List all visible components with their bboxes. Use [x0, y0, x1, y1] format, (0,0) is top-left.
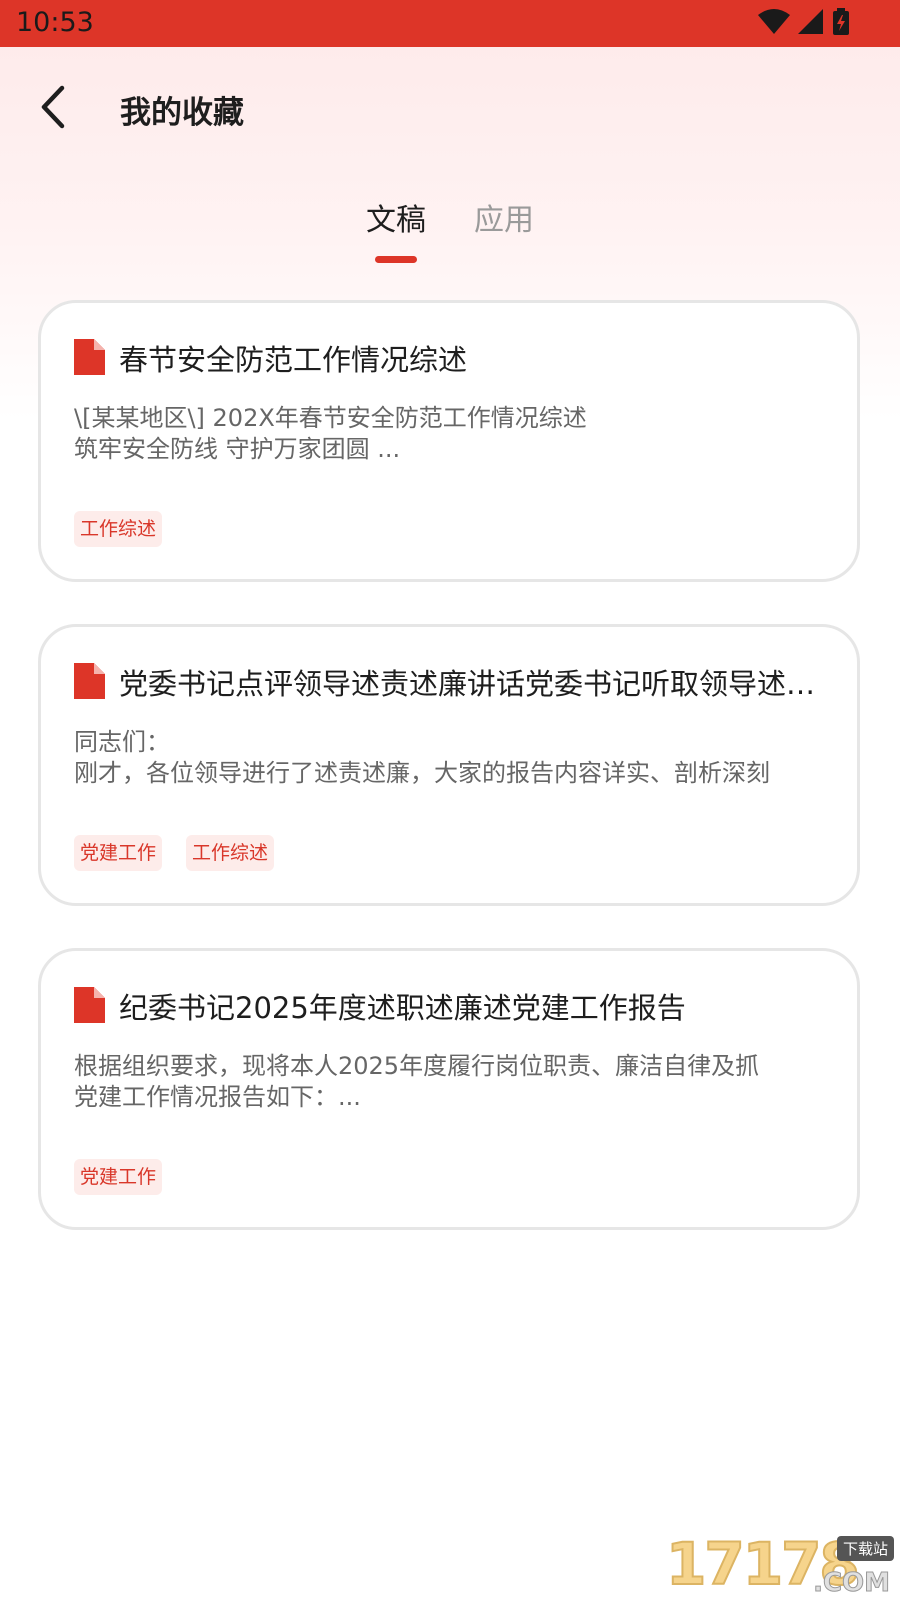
- page-header: 我的收藏: [0, 47, 900, 172]
- excerpt-line: 根据组织要求，现将本人2025年度履行岗位职责、廉洁自律及抓: [74, 1052, 760, 1080]
- excerpt-line: 同志们：: [74, 728, 170, 756]
- watermark-badge: 下载站: [836, 1536, 894, 1561]
- chevron-left-icon: [41, 85, 65, 129]
- favorite-card[interactable]: 春节安全防范工作情况综述 \[某某地区\] 202X年春节安全防范工作情况综述 …: [38, 300, 860, 582]
- card-title: 春节安全防范工作情况综述: [119, 343, 468, 377]
- category-tag: 工作综述: [74, 511, 163, 547]
- excerpt-line: \[某某地区\] 202X年春节安全防范工作情况综述: [74, 404, 587, 432]
- card-tags: 工作综述: [74, 511, 163, 547]
- tab-applications[interactable]: 应用: [474, 195, 534, 239]
- card-excerpt: 同志们： 刚才，各位领导进行了述责述廉，大家的报告内容详实、剖析深刻: [74, 727, 834, 789]
- site-watermark: 17178 下载站 .COM: [665, 1529, 896, 1600]
- favorite-card[interactable]: 纪委书记2025年度述职述廉述党建工作报告 根据组织要求，现将本人2025年度履…: [38, 948, 860, 1230]
- favorite-card[interactable]: 党委书记点评领导述责述廉讲话党委书记听取领导述职述廉 同志们： 刚才，各位领导进…: [38, 624, 860, 906]
- category-tag: 工作综述: [186, 835, 275, 871]
- excerpt-line: 刚才，各位领导进行了述责述廉，大家的报告内容详实、剖析深刻: [74, 759, 770, 787]
- excerpt-line: 党建工作情况报告如下：...: [74, 1083, 361, 1111]
- category-tag: 党建工作: [74, 835, 163, 871]
- card-excerpt: 根据组织要求，现将本人2025年度履行岗位职责、廉洁自律及抓 党建工作情况报告如…: [74, 1051, 834, 1113]
- category-tag: 党建工作: [74, 1159, 163, 1195]
- document-icon: [74, 663, 105, 699]
- signal-icon: [798, 9, 823, 34]
- active-tab-indicator: [375, 256, 417, 263]
- watermark-suffix: .COM: [813, 1568, 891, 1599]
- status-icons: [758, 8, 850, 36]
- status-time: 10:53: [16, 7, 94, 38]
- card-title: 党委书记点评领导述责述廉讲话党委书记听取领导述职述廉: [119, 667, 835, 701]
- tab-documents[interactable]: 文稿: [366, 195, 426, 239]
- card-excerpt: \[某某地区\] 202X年春节安全防范工作情况综述 筑牢安全防线 守护万家团圆…: [74, 403, 834, 465]
- card-title: 纪委书记2025年度述职述廉述党建工作报告: [119, 991, 686, 1025]
- wifi-icon: [758, 9, 790, 34]
- tab-bar: 文稿 应用: [0, 190, 900, 270]
- card-tags: 党建工作: [74, 1159, 163, 1195]
- status-bar: 10:53: [0, 0, 900, 47]
- back-button[interactable]: [30, 82, 80, 132]
- battery-icon: [833, 8, 849, 35]
- document-icon: [74, 339, 105, 375]
- card-tags: 党建工作 工作综述: [74, 835, 275, 871]
- document-icon: [74, 987, 105, 1023]
- excerpt-line: 筑牢安全防线 守护万家团圆 ...: [74, 435, 401, 463]
- page-title: 我的收藏: [120, 95, 244, 131]
